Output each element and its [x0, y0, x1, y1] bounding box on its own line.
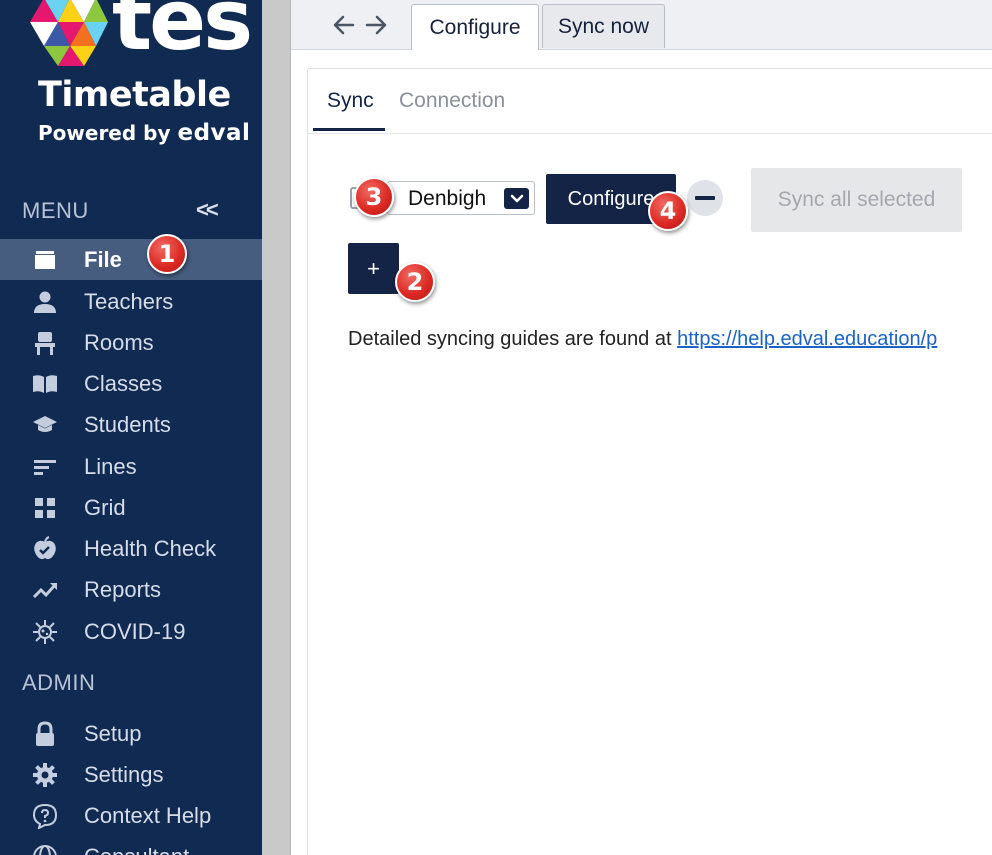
brand-logo: tes Timetable Powered by edval	[0, 0, 262, 160]
sidebar-item-label: Rooms	[84, 329, 154, 355]
sync-guide-text: Detailed syncing guides are found at htt…	[348, 328, 937, 351]
admin-section-title: ADMIN	[22, 670, 96, 695]
person-icon	[30, 289, 60, 315]
active-tab-indicator	[313, 128, 385, 131]
callout-badge-2: 2	[395, 262, 435, 302]
callout-badge-3: 3	[354, 177, 394, 217]
sidebar-item-health-check[interactable]: Health Check	[0, 528, 262, 569]
sidebar-item-settings[interactable]: Settings	[0, 754, 262, 795]
folder-icon	[30, 247, 60, 273]
sidebar-item-consultant[interactable]: Consultant	[0, 836, 262, 855]
brand-name: edval	[177, 120, 251, 146]
grid-icon	[30, 495, 60, 521]
powered-by: Powered by edval	[38, 122, 250, 145]
callout-badge-1: 1	[147, 234, 187, 274]
add-row-button[interactable]: +	[348, 243, 399, 294]
app-window: tes Timetable Powered by edval MENU << F…	[0, 0, 992, 855]
sidebar-item-lines[interactable]: Lines	[0, 446, 262, 487]
sidebar-item-label: Setup	[84, 720, 142, 746]
sidebar-item-label: Classes	[84, 370, 163, 396]
sync-all-selected-button[interactable]: Sync all selected	[751, 168, 962, 232]
sidebar-item-context-help[interactable]: Context Help	[0, 795, 262, 836]
tab-sync-now[interactable]: Sync now	[542, 4, 665, 48]
gear-icon	[30, 762, 60, 788]
sidebar-item-label: Settings	[84, 761, 164, 787]
collapse-sidebar-button[interactable]: <<	[196, 197, 219, 223]
forward-arrow-icon[interactable]	[363, 12, 389, 38]
sidebar-item-file[interactable]: File	[0, 239, 262, 280]
tab-connection[interactable]: Connection	[399, 89, 505, 113]
sidebar-item-classes[interactable]: Classes	[0, 363, 262, 404]
product-name: Timetable	[38, 75, 231, 115]
logo-text: tes	[112, 0, 253, 69]
sidebar-item-rooms[interactable]: Rooms	[0, 322, 262, 363]
sidebar-item-students[interactable]: Students	[0, 404, 262, 445]
lock-icon	[30, 720, 60, 747]
back-arrow-icon[interactable]	[331, 12, 357, 38]
school-select-value: Denbigh	[408, 187, 487, 210]
sidebar-item-teachers[interactable]: Teachers	[0, 281, 262, 322]
chair-icon	[30, 330, 60, 356]
sidebar-item-label: Grid	[84, 494, 126, 520]
sidebar-item-label: Students	[84, 411, 171, 437]
remove-row-button[interactable]	[687, 180, 723, 216]
sidebar-item-label: File	[84, 246, 122, 272]
top-toolbar: Configure Sync now	[291, 0, 992, 50]
sidebar-item-label: Health Check	[84, 535, 217, 561]
tab-configure[interactable]: Configure	[411, 4, 539, 50]
virus-icon	[30, 619, 60, 645]
school-select[interactable]: Denbigh	[387, 181, 535, 215]
sidebar-item-label: COVID-19	[84, 618, 186, 644]
help-icon	[30, 803, 60, 829]
sidebar-resize-strip	[262, 0, 291, 855]
globe-icon	[30, 844, 60, 855]
apple-check-icon	[30, 535, 60, 562]
sidebar-item-label: Lines	[84, 453, 137, 479]
logo-mosaic-icon	[30, 0, 108, 66]
sidebar-item-covid-19[interactable]: COVID-19	[0, 611, 262, 652]
sidebar-item-label: Teachers	[84, 288, 174, 314]
minus-icon	[695, 196, 715, 200]
trend-icon	[30, 577, 60, 603]
sidebar-item-label: Context Help	[84, 802, 212, 828]
sidebar-item-grid[interactable]: Grid	[0, 487, 262, 528]
powered-by-label: Powered by	[38, 121, 171, 145]
callout-badge-4: 4	[648, 191, 688, 231]
sidebar-item-label: Consultant	[84, 844, 189, 855]
graduation-cap-icon	[30, 412, 60, 438]
menu-section-title: MENU	[22, 198, 89, 223]
sidebar-item-reports[interactable]: Reports	[0, 569, 262, 610]
guide-link[interactable]: https://help.edval.education/p	[677, 328, 937, 350]
inner-tab-bar: Sync Connection	[308, 69, 992, 134]
sidebar: tes Timetable Powered by edval MENU << F…	[0, 0, 262, 855]
lines-icon	[30, 454, 60, 480]
sidebar-item-label: Reports	[84, 576, 162, 602]
book-icon	[30, 371, 60, 397]
guide-text: Detailed syncing guides are found at	[348, 328, 678, 350]
chevron-down-icon	[504, 188, 529, 209]
sidebar-item-setup[interactable]: Setup	[0, 713, 262, 754]
tab-sync[interactable]: Sync	[327, 89, 374, 113]
